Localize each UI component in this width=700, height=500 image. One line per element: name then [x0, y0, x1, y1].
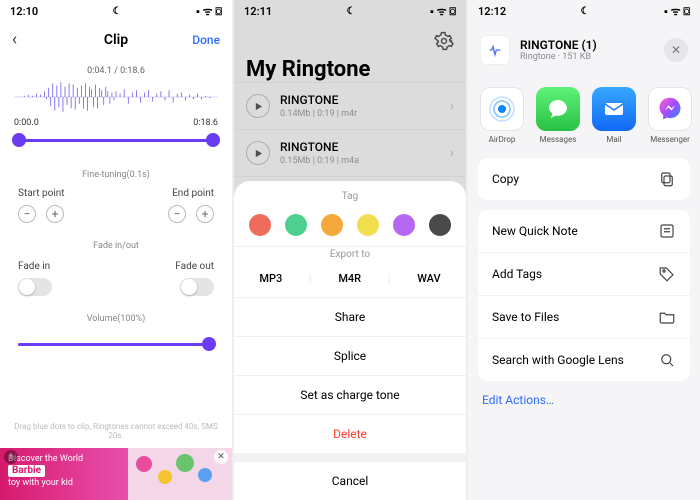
share-target-messenger[interactable]: Messenger — [648, 87, 692, 144]
fade-section-label: Fade in/out — [0, 241, 232, 251]
volume-slider[interactable] — [18, 334, 214, 354]
volume-label: Volume(100%) — [0, 314, 232, 324]
status-bar: 12:12 ☾ ▪ ᯤ ⌼ — [468, 0, 700, 23]
action-list: New Quick Note Add Tags Save to Files Se… — [478, 210, 690, 381]
share-header: RINGTONE (1) Ringtone · 151 KB ✕ — [468, 23, 700, 73]
action-save-to-files[interactable]: Save to Files — [478, 295, 690, 338]
dnd-icon: ☾ — [581, 6, 590, 17]
note-icon — [658, 222, 676, 240]
done-button[interactable]: Done — [192, 33, 220, 47]
target-label: Messenger — [650, 135, 690, 144]
target-label: Mail — [606, 135, 621, 144]
range-handle-end[interactable] — [206, 133, 220, 147]
fade-in-label: Fade in — [18, 261, 52, 272]
fade-out-label: Fade out — [175, 261, 214, 272]
tag-color[interactable] — [321, 214, 343, 236]
clip-range-slider[interactable] — [14, 128, 218, 152]
ad-brand: Barbie — [8, 465, 45, 477]
sheet-delete[interactable]: Delete — [234, 414, 466, 453]
status-right: ▪ ᯤ ⌼ — [664, 4, 690, 19]
tag-icon — [658, 265, 676, 283]
tag-color[interactable] — [285, 214, 307, 236]
folder-icon — [658, 308, 676, 326]
status-time: 12:12 — [478, 5, 506, 18]
copy-icon — [658, 170, 676, 188]
action-label: Add Tags — [492, 267, 542, 281]
end-minus-button[interactable]: − — [168, 205, 186, 223]
fade-in-toggle[interactable] — [18, 278, 52, 296]
end-point-label: End point — [168, 188, 214, 199]
time-counter: 0:04.1 / 0:18.6 — [0, 66, 232, 76]
tag-color-row — [234, 202, 466, 244]
sheet-tag-label: Tag — [234, 191, 466, 202]
ad-line1: Discover the World — [8, 454, 120, 464]
screen-clip-editor: 12:10 ☾ ▪ ᯤ ⌼ ‹ Clip Done 0:04.1 / 0:18.6… — [0, 0, 232, 500]
sheet-cancel[interactable]: Cancel — [234, 461, 466, 500]
screen-share-sheet: 12:12 ☾ ▪ ᯤ ⌼ RINGTONE (1) Ringtone · 151… — [468, 0, 700, 500]
close-icon[interactable]: ✕ — [664, 38, 688, 62]
search-icon — [658, 351, 676, 369]
range-start-label: 0:00.0 — [14, 118, 39, 128]
status-time: 12:10 — [10, 5, 38, 18]
action-label: Save to Files — [492, 310, 559, 324]
target-label: Messages — [540, 135, 577, 144]
edit-actions-link[interactable]: Edit Actions… — [468, 381, 700, 419]
waveform[interactable] — [14, 80, 218, 114]
back-button[interactable]: ‹ — [12, 29, 17, 50]
tag-color[interactable] — [393, 214, 415, 236]
action-label: New Quick Note — [492, 224, 578, 238]
screen-ringtone-list: 12:11☾ ▪ ᯤ ⌼ My Ringtone RINGTONE 0.14Mb… — [234, 0, 466, 500]
ad-info-icon[interactable]: i — [4, 450, 18, 464]
tag-color[interactable] — [357, 214, 379, 236]
action-label: Copy — [492, 172, 519, 186]
action-copy[interactable]: Copy — [478, 158, 690, 200]
share-filename: RINGTONE (1) — [520, 38, 597, 52]
dnd-icon: ☾ — [113, 6, 122, 17]
share-target-messages[interactable]: Messages — [536, 87, 580, 144]
target-label: AirDrop — [489, 135, 516, 144]
action-new-quick-note[interactable]: New Quick Note — [478, 210, 690, 252]
export-wav[interactable]: WAV — [417, 272, 440, 285]
end-plus-button[interactable]: + — [196, 205, 214, 223]
sheet-splice[interactable]: Splice — [234, 336, 466, 375]
export-mp3[interactable]: MP3 — [259, 272, 282, 285]
action-label: Search with Google Lens — [492, 353, 624, 367]
export-m4r[interactable]: M4R — [338, 272, 361, 285]
clip-hint: Drag blue dots to clip, Ringtones cannot… — [0, 422, 232, 440]
sheet-charge-tone[interactable]: Set as charge tone — [234, 375, 466, 414]
tag-color[interactable] — [429, 214, 451, 236]
start-minus-button[interactable]: − — [18, 205, 36, 223]
start-point-label: Start point — [18, 188, 65, 199]
share-targets-row: AirDrop Messages Mail Messenger — [468, 73, 700, 148]
share-target-mail[interactable]: Mail — [592, 87, 636, 144]
action-sheet: Tag Export to MP3| M4R| WAV Share Splice… — [234, 181, 466, 500]
action-google-lens[interactable]: Search with Google Lens — [478, 338, 690, 381]
fine-tuning-label: Fine-tuning(0.1s) — [0, 170, 232, 180]
range-handle-start[interactable] — [12, 133, 26, 147]
ad-line3: toy with your kid — [8, 478, 120, 488]
range-end-label: 0:18.6 — [193, 118, 218, 128]
status-bar: 12:10 ☾ ▪ ᯤ ⌼ — [0, 0, 232, 23]
file-icon — [480, 35, 510, 65]
wave-range-labels: 0:00.0 0:18.6 — [14, 118, 218, 128]
clip-navbar: ‹ Clip Done — [0, 23, 232, 56]
volume-handle[interactable] — [202, 337, 216, 351]
banner-ad[interactable]: i Discover the World Barbie toy with you… — [0, 448, 232, 500]
fade-out-toggle[interactable] — [180, 278, 214, 296]
sheet-export-label: Export to — [234, 249, 466, 260]
start-plus-button[interactable]: + — [46, 205, 64, 223]
share-target-airdrop[interactable]: AirDrop — [480, 87, 524, 144]
status-right: ▪ ᯤ ⌼ — [196, 4, 222, 19]
action-add-tags[interactable]: Add Tags — [478, 252, 690, 295]
share-filemeta: Ringtone · 151 KB — [520, 52, 597, 62]
tag-color[interactable] — [249, 214, 271, 236]
sheet-share[interactable]: Share — [234, 297, 466, 336]
